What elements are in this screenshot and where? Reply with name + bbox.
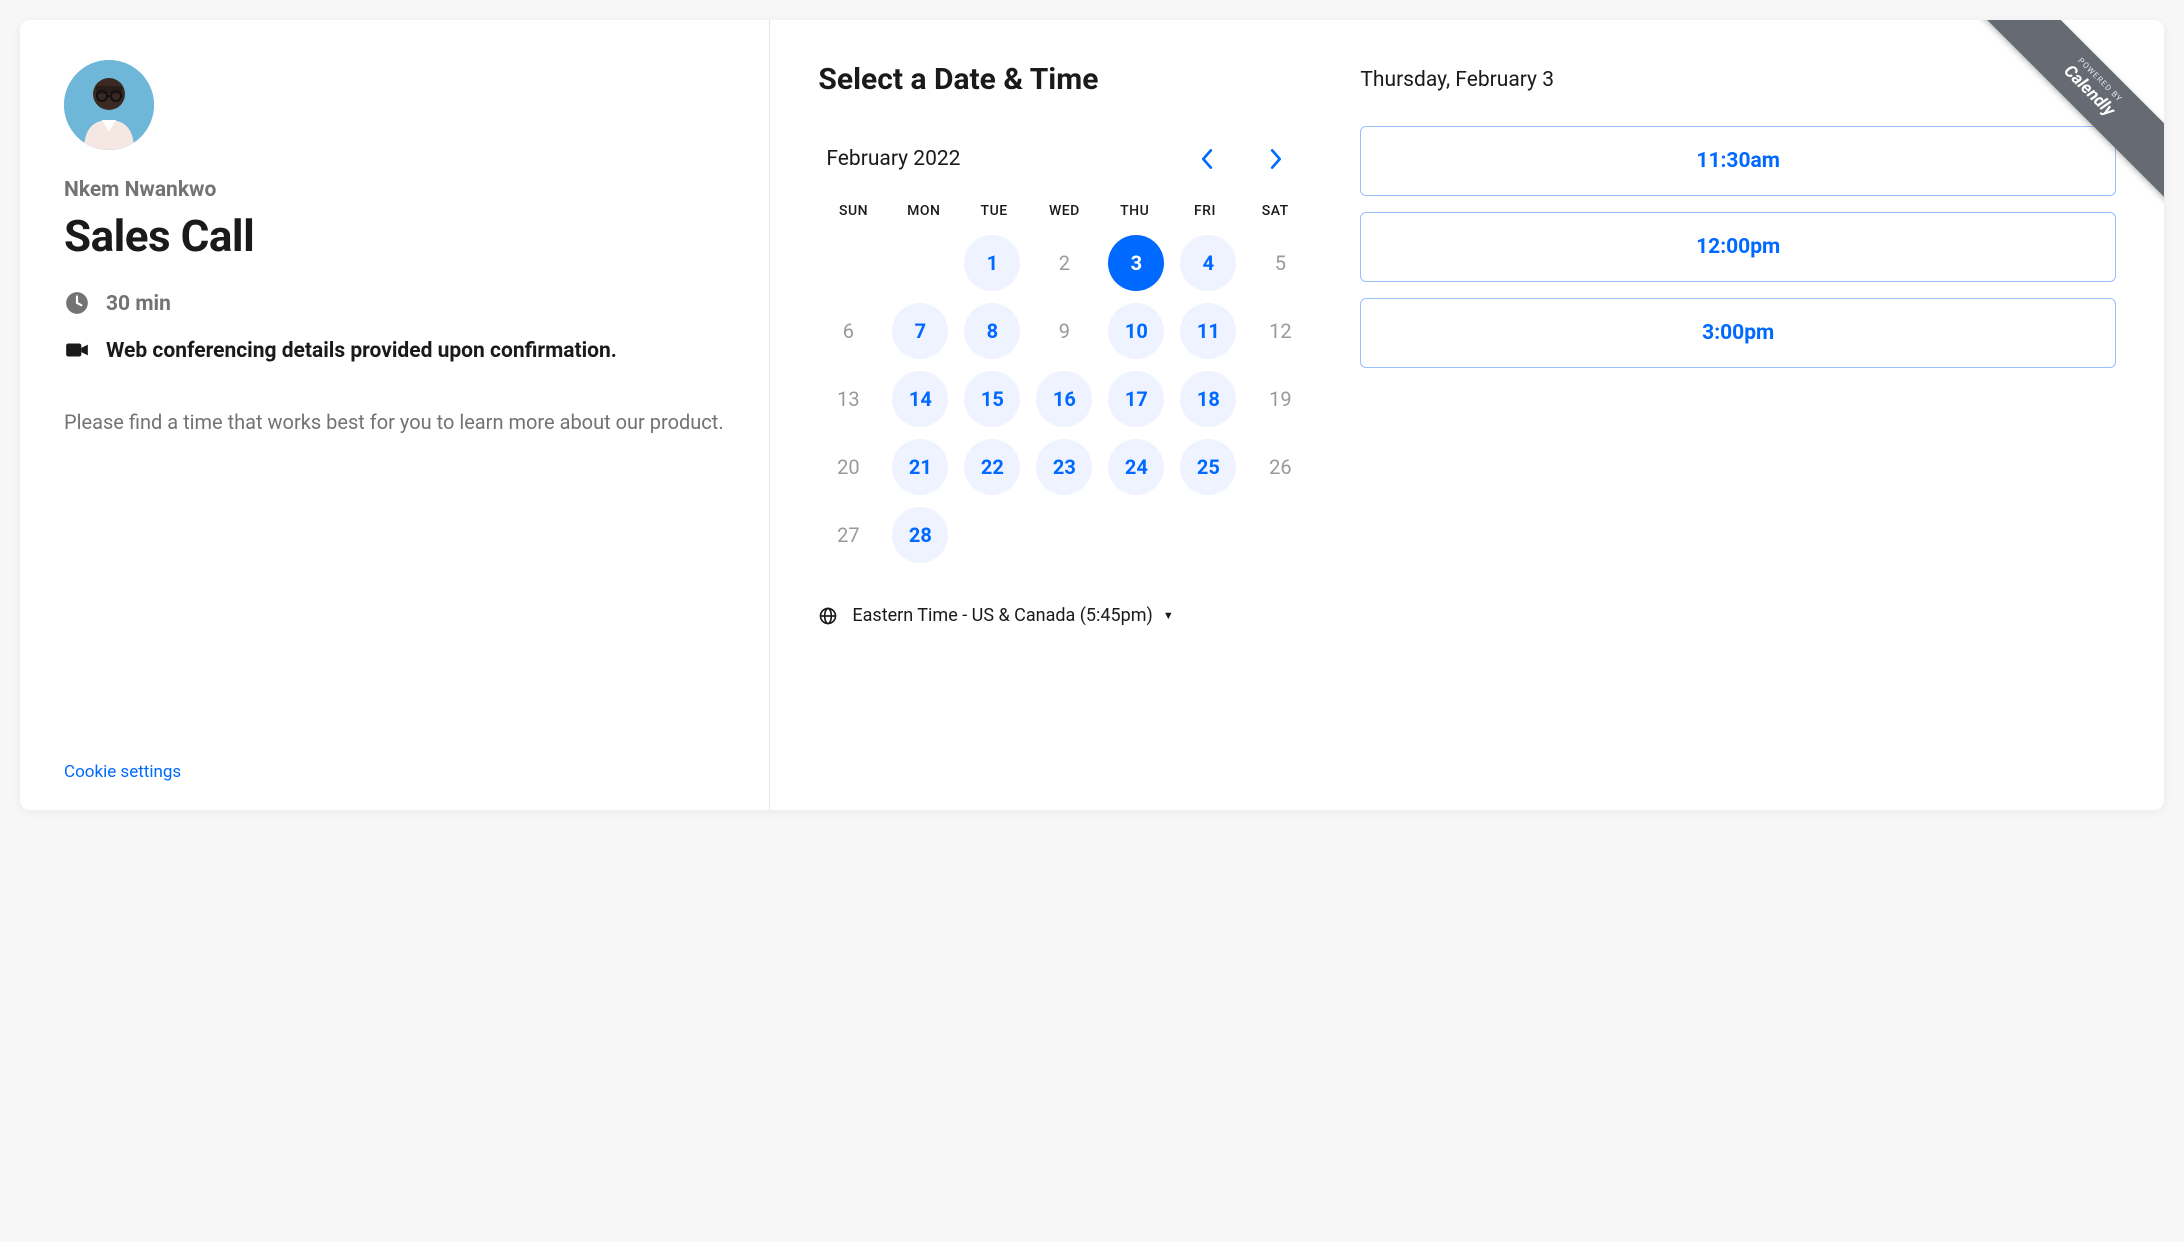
host-name: Nkem Nwankwo bbox=[64, 178, 725, 202]
prev-month-button[interactable] bbox=[1188, 141, 1224, 177]
selected-date-label: Thursday, February 3 bbox=[1360, 68, 2116, 92]
cookie-settings-link[interactable]: Cookie settings bbox=[64, 722, 725, 782]
duration-text: 30 min bbox=[106, 290, 171, 319]
calendar-day[interactable]: 1 bbox=[964, 235, 1020, 291]
event-title: Sales Call bbox=[64, 210, 725, 262]
weekday-label: TUE bbox=[959, 197, 1029, 225]
event-details-panel: Nkem Nwankwo Sales Call 30 min Web confe… bbox=[20, 20, 770, 810]
calendar-day: 27 bbox=[820, 507, 876, 563]
calendar-day[interactable]: 15 bbox=[964, 371, 1020, 427]
calendar-day[interactable]: 10 bbox=[1108, 303, 1164, 359]
calendar-day: 13 bbox=[820, 371, 876, 427]
calendar-day: 12 bbox=[1252, 303, 1308, 359]
time-slot-button[interactable]: 12:00pm bbox=[1360, 212, 2116, 282]
calendar-day: 5 bbox=[1252, 235, 1308, 291]
calendar-day[interactable]: 14 bbox=[892, 371, 948, 427]
next-month-button[interactable] bbox=[1258, 141, 1294, 177]
calendar-day[interactable]: 18 bbox=[1180, 371, 1236, 427]
calendar-day[interactable]: 23 bbox=[1036, 439, 1092, 495]
calendar-grid: 1234567891011121314151617181920212223242… bbox=[818, 235, 1310, 563]
calendar-day: 6 bbox=[820, 303, 876, 359]
calendar-column: Select a Date & Time February 2022 SUNMO… bbox=[818, 62, 1310, 774]
date-time-panel: Select a Date & Time February 2022 SUNMO… bbox=[770, 20, 2164, 810]
weekday-header: SUNMONTUEWEDTHUFRISAT bbox=[818, 197, 1310, 225]
calendar-day[interactable]: 22 bbox=[964, 439, 1020, 495]
calendar-day[interactable]: 3 bbox=[1108, 235, 1164, 291]
weekday-label: FRI bbox=[1170, 197, 1240, 225]
calendar-day[interactable]: 7 bbox=[892, 303, 948, 359]
calendar-day[interactable]: 25 bbox=[1180, 439, 1236, 495]
calendar-day: 20 bbox=[820, 439, 876, 495]
calendar-day[interactable]: 21 bbox=[892, 439, 948, 495]
calendar-day[interactable]: 24 bbox=[1108, 439, 1164, 495]
globe-icon bbox=[818, 606, 838, 626]
clock-icon bbox=[64, 290, 90, 316]
calendar-day: 2 bbox=[1036, 235, 1092, 291]
weekday-label: THU bbox=[1100, 197, 1170, 225]
host-avatar bbox=[64, 60, 154, 150]
month-nav-buttons bbox=[1188, 141, 1302, 177]
weekday-label: SUN bbox=[818, 197, 888, 225]
time-slot-list: 11:30am 12:00pm 3:00pm bbox=[1360, 126, 2116, 368]
location-row: Web conferencing details provided upon c… bbox=[64, 337, 725, 366]
month-navigation: February 2022 bbox=[818, 141, 1310, 177]
duration-row: 30 min bbox=[64, 290, 725, 319]
location-text: Web conferencing details provided upon c… bbox=[106, 337, 617, 366]
calendar-day[interactable]: 17 bbox=[1108, 371, 1164, 427]
weekday-label: MON bbox=[889, 197, 959, 225]
calendar-day: 26 bbox=[1252, 439, 1308, 495]
month-label: February 2022 bbox=[826, 147, 960, 171]
picker-title: Select a Date & Time bbox=[818, 62, 1310, 97]
time-slots-column: Thursday, February 3 11:30am 12:00pm 3:00p… bbox=[1360, 62, 2116, 774]
event-description: Please find a time that works best for y… bbox=[64, 407, 725, 437]
time-slot-button[interactable]: 3:00pm bbox=[1360, 298, 2116, 368]
weekday-label: SAT bbox=[1240, 197, 1310, 225]
timezone-label: Eastern Time - US & Canada (5:45pm) bbox=[852, 605, 1152, 626]
calendar-day: 9 bbox=[1036, 303, 1092, 359]
caret-down-icon: ▼ bbox=[1163, 609, 1174, 622]
calendar-day[interactable]: 11 bbox=[1180, 303, 1236, 359]
weekday-label: WED bbox=[1029, 197, 1099, 225]
calendar-day[interactable]: 8 bbox=[964, 303, 1020, 359]
calendar-day[interactable]: 4 bbox=[1180, 235, 1236, 291]
calendar-day: 19 bbox=[1252, 371, 1308, 427]
calendar-day[interactable]: 16 bbox=[1036, 371, 1092, 427]
calendar-day[interactable]: 28 bbox=[892, 507, 948, 563]
scheduling-card: POWERED BY Calendly Nkem Nwankwo Sales C… bbox=[20, 20, 2164, 810]
time-slot-button[interactable]: 11:30am bbox=[1360, 126, 2116, 196]
video-icon bbox=[64, 337, 90, 363]
timezone-selector[interactable]: Eastern Time - US & Canada (5:45pm) ▼ bbox=[818, 605, 1310, 626]
